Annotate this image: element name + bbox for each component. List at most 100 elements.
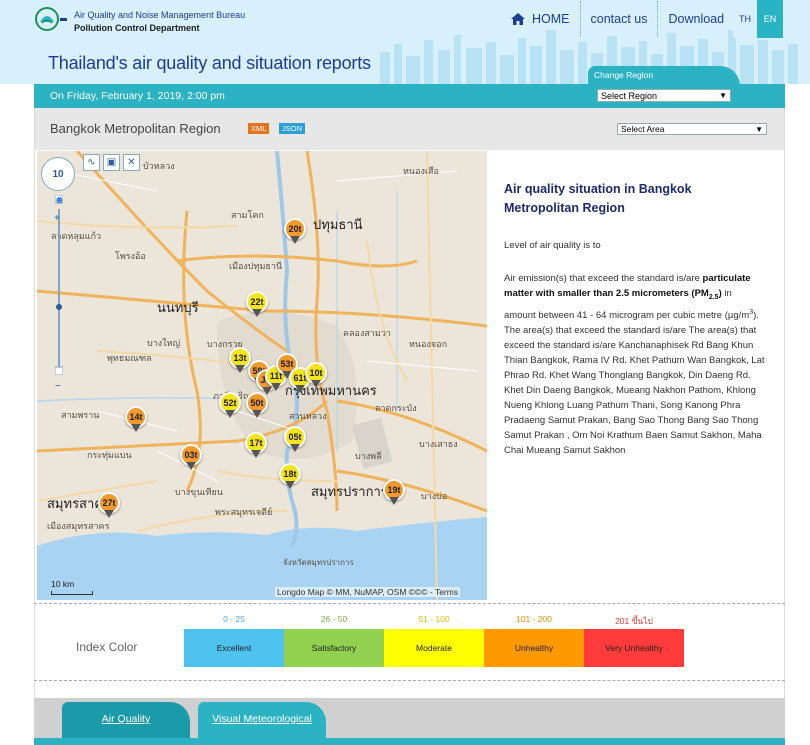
legend-item: 26 - 50 Satisfactory: [284, 614, 384, 667]
station-marker[interactable]: 14t: [125, 406, 147, 432]
route-tool-icon[interactable]: ∿: [83, 154, 100, 171]
situation-description: Air emission(s) that exceed the standard…: [504, 271, 766, 458]
map-scale-bar: [51, 591, 93, 595]
xml-download-button[interactable]: XML: [248, 123, 270, 134]
marker-tip: [251, 450, 261, 458]
site-header: Air Quality and Noise Management Bureau …: [0, 0, 810, 84]
legend-box: Excellent: [184, 629, 284, 667]
legend-item: 201 ขึ้นไป Very Unhealthy: [584, 614, 684, 667]
legend-range: 26 - 50: [320, 614, 348, 624]
map-scale-label: 10 km: [51, 579, 75, 589]
marker-tip: [104, 510, 114, 518]
pcd-logo-icon: [35, 7, 67, 31]
map-label: คลองสามวา: [343, 328, 391, 338]
legend-range: 101 - 200: [516, 614, 552, 624]
legend-item: 101 - 200 Unhealthy: [484, 614, 584, 667]
station-marker[interactable]: 20t: [284, 218, 306, 244]
map-label: โพรงอ้อ: [115, 251, 146, 261]
map-attribution[interactable]: Longdo Map © MM, NuMAP, OSM ©©© - Terms: [275, 587, 461, 597]
station-marker[interactable]: 05t: [284, 426, 306, 452]
station-marker[interactable]: 19t: [383, 479, 405, 505]
zoom-out-button[interactable]: −: [55, 381, 61, 392]
air-quality-level-text: Level of air quality is to: [504, 240, 601, 251]
map-label: จังหวัดสมุทรปราการ: [283, 558, 354, 567]
tab-air-quality[interactable]: Air Quality: [62, 702, 190, 740]
region-title: Bangkok Metropolitan Region: [50, 121, 221, 136]
nav-home[interactable]: HOME: [500, 1, 581, 37]
legend-range: 201 ขึ้นไป: [615, 616, 653, 626]
station-marker[interactable]: 50t: [246, 392, 268, 418]
region-select-value: Select Region: [601, 90, 658, 101]
legend-box: Very Unhealthy: [584, 629, 684, 667]
map-label-samut-prakan: สมุทรปราการ: [311, 484, 388, 499]
station-marker[interactable]: 17t: [245, 432, 267, 458]
station-marker[interactable]: 22t: [246, 291, 268, 317]
marker-tip: [311, 380, 321, 388]
marker-tip: [389, 497, 399, 505]
station-marker[interactable]: 52t: [219, 392, 241, 418]
change-region-tab[interactable]: Change Region: [588, 66, 740, 84]
situation-info-panel: Air quality situation in Bangkok Metropo…: [504, 180, 766, 458]
station-marker[interactable]: 27t: [98, 492, 120, 518]
region-select[interactable]: Select Region ▼: [597, 89, 731, 102]
map-label: ลาดกระบัง: [375, 403, 417, 413]
map-label: เมืองสมุทรสาคร: [47, 521, 110, 531]
nav-home-label: HOME: [532, 12, 570, 26]
map-label: บางขุนเทียน: [175, 487, 223, 497]
region-bar: Bangkok Metropolitan Region XML JSON Sel…: [34, 108, 785, 150]
marker-tip: [271, 383, 281, 391]
map-label: เมืองปทุมธานี: [229, 261, 283, 271]
legend-box: Unhealthy: [484, 629, 584, 667]
situation-title: Air quality situation in Bangkok Metropo…: [504, 182, 692, 215]
street-view-person-icon[interactable]: ☻: [54, 195, 65, 206]
zoom-level-control[interactable]: 10: [41, 157, 75, 191]
divider: [34, 603, 785, 604]
station-marker[interactable]: 03t: [180, 444, 202, 470]
date-bar: On Friday, February 1, 2019, 2:00 pm Sel…: [34, 84, 785, 108]
clear-tool-icon[interactable]: ✕: [123, 154, 140, 171]
map-label: บางพลี: [355, 451, 382, 461]
lang-th-button[interactable]: TH: [733, 0, 757, 38]
legend-item: 0 - 25 Excellent: [184, 614, 284, 667]
desc-areas: ). The area(s) that exceed the standard …: [504, 310, 765, 457]
tabs-strip: [34, 738, 785, 745]
map-label: พุทธมณฑล: [107, 353, 152, 363]
station-marker[interactable]: 18t: [279, 463, 301, 489]
lang-en-button[interactable]: EN: [757, 0, 783, 38]
index-color-label: Index Color: [76, 640, 138, 654]
layers-tool-icon[interactable]: ▣: [103, 154, 120, 171]
map-label: บางบ่อ: [421, 491, 448, 501]
legend-box: Satisfactory: [284, 629, 384, 667]
map-label: พระสมุทรเจดีย์: [215, 507, 273, 517]
map-label: บางใหญ่: [147, 338, 181, 348]
json-download-button[interactable]: JSON: [279, 123, 306, 134]
marker-tip: [295, 385, 305, 393]
air-quality-map[interactable]: ปทุมธานี นนทบุรี กรุงเทพมหานคร สมุทรปราก…: [37, 151, 487, 600]
map-label: สามพราน: [61, 410, 100, 420]
nav-contact[interactable]: contact us: [581, 1, 659, 37]
map-label: บัวหลวง: [143, 161, 175, 171]
marker-tip: [225, 410, 235, 418]
map-label: หนองจอก: [409, 339, 448, 349]
marker-tip: [131, 424, 141, 432]
dropdown-arrow-icon: ▼: [719, 91, 727, 100]
marker-tip: [252, 410, 262, 418]
bureau-name: Air Quality and Noise Management Bureau: [74, 10, 246, 20]
dropdown-arrow-icon: ▼: [755, 124, 763, 134]
marker-tip: [290, 444, 300, 452]
marker-tip: [252, 309, 262, 317]
aqi-legend: 0 - 25 Excellent 26 - 50 Satisfactory 51 -…: [184, 614, 684, 667]
zoom-in-button[interactable]: +: [54, 213, 60, 224]
legend-range: 0 - 25: [223, 614, 245, 624]
report-tabs: Air Quality Visual Meteorological: [34, 698, 785, 745]
tab-visual-meteorological[interactable]: Visual Meteorological: [198, 702, 326, 740]
report-datetime: On Friday, February 1, 2019, 2:00 pm: [50, 90, 225, 102]
station-marker[interactable]: 10t: [305, 362, 327, 388]
divider: [34, 680, 785, 681]
map-label-nonthaburi: นนทบุรี: [157, 300, 199, 315]
map-label: บางเสาธง: [419, 439, 458, 449]
nav-download[interactable]: Download: [658, 1, 734, 37]
marker-tip: [285, 481, 295, 489]
legend-range: 51 - 100: [418, 614, 450, 624]
area-select[interactable]: Select Area ▼: [617, 123, 767, 135]
